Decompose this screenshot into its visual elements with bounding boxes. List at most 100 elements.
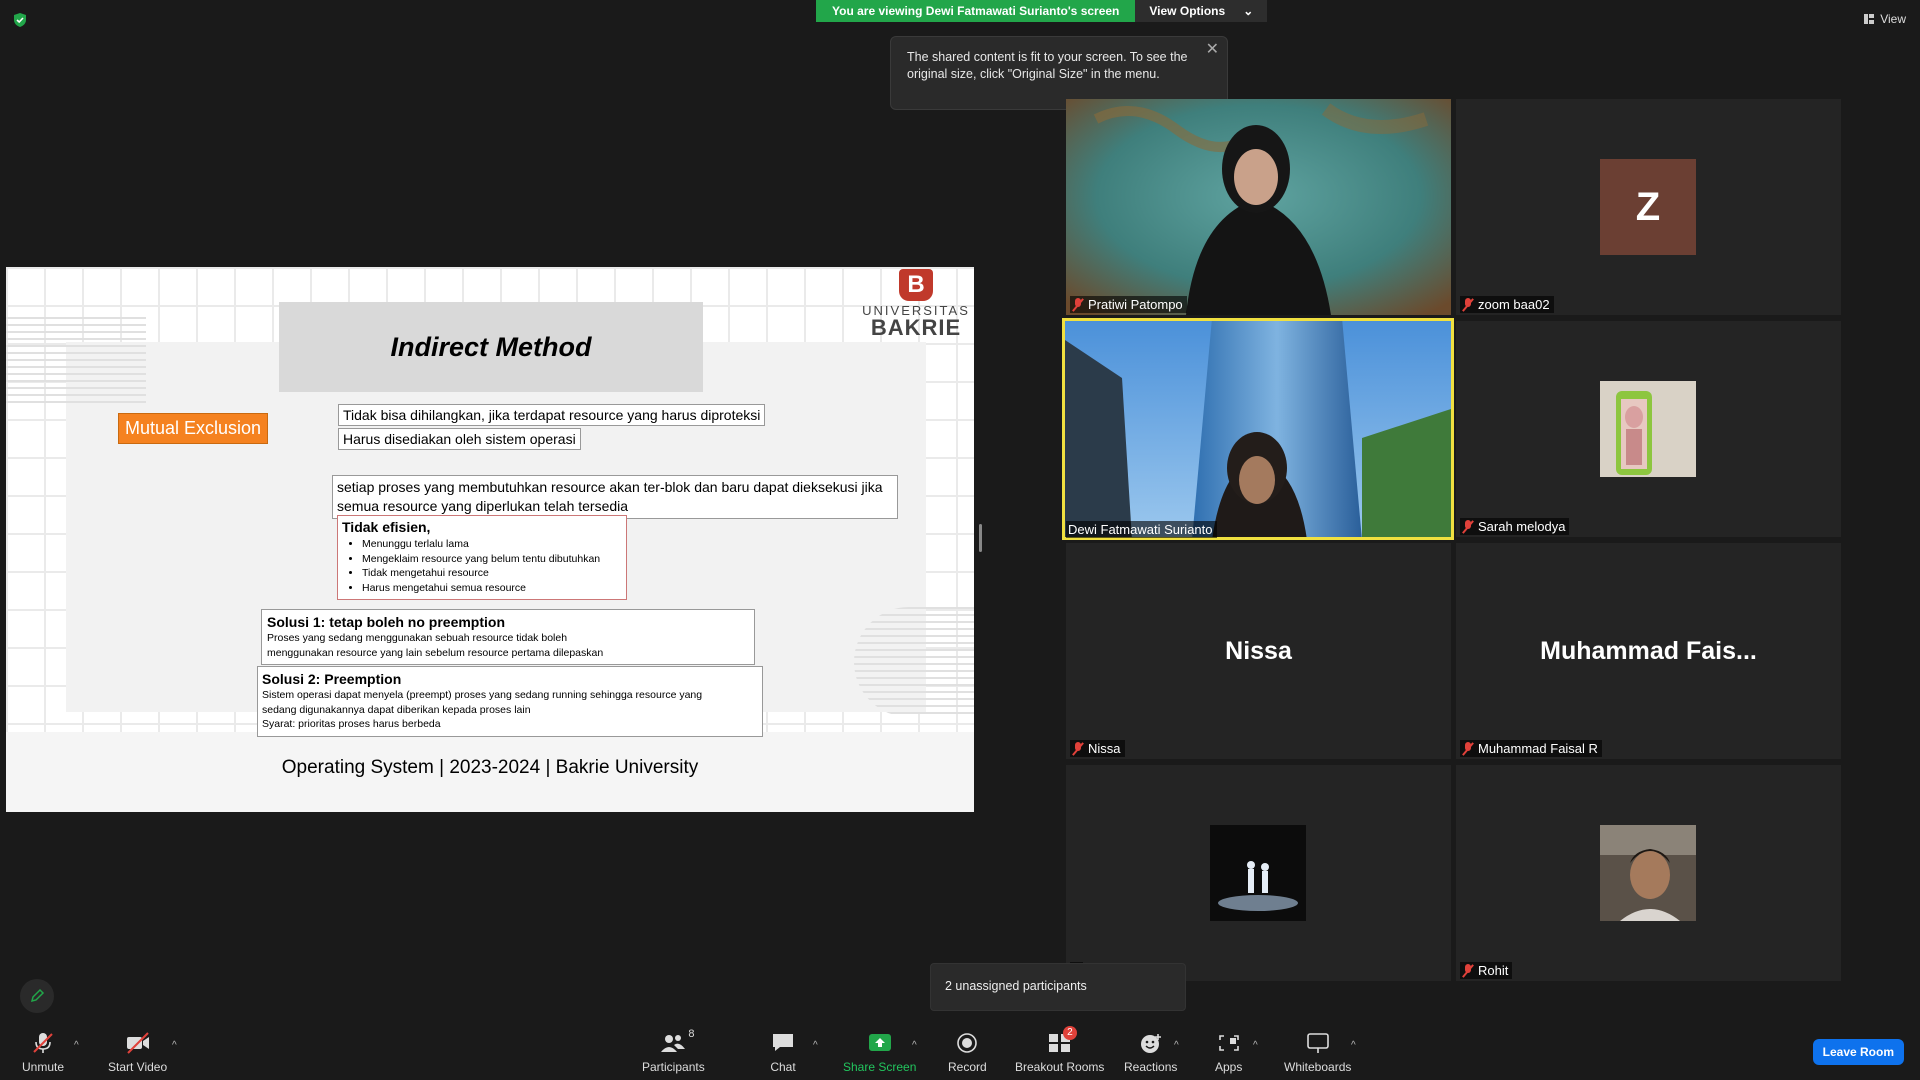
participant-display-name: Muhammad Fais... (1540, 636, 1757, 665)
participant-video (1062, 318, 1454, 540)
record-button[interactable]: Record (948, 1032, 987, 1074)
slide-title: Indirect Method (279, 302, 703, 392)
annotate-pencil-button[interactable] (20, 979, 54, 1013)
unmute-label: Unmute (22, 1060, 65, 1074)
list-item: Mengeklaim resource yang belum tentu dib… (362, 552, 622, 567)
start-video-button[interactable]: Start Video (108, 1032, 167, 1074)
unassigned-text: 2 unassigned participants (945, 979, 1087, 993)
leave-room-button[interactable]: Leave Room (1812, 1039, 1904, 1065)
solusi-1-heading: Solusi 1: tetap boleh no preemption (267, 614, 506, 630)
share-screen-label: Share Screen (843, 1060, 917, 1074)
chevron-up-icon[interactable]: ^ (172, 1040, 177, 1051)
video-tile-participant-7[interactable]: o (1066, 765, 1451, 981)
tidak-efisien-box: Tidak efisien, Menunggu terlalu lama Men… (337, 515, 627, 600)
reactions-button[interactable]: Reactions (1124, 1032, 1177, 1074)
mic-muted-icon (1462, 741, 1474, 756)
video-tile-dewi-active-speaker[interactable]: Dewi Fatmawati Surianto (1062, 318, 1454, 540)
share-screen-button[interactable]: Share Screen (843, 1032, 916, 1074)
participant-name-tag: Pratiwi Patompo (1070, 296, 1187, 313)
apps-button[interactable]: Apps (1215, 1032, 1242, 1074)
chevron-up-icon[interactable]: ^ (1253, 1040, 1258, 1051)
slide-decor-stripes (6, 317, 146, 407)
chevron-up-icon[interactable]: ^ (1174, 1040, 1179, 1051)
tooltip-text: The shared content is fit to your screen… (907, 50, 1188, 81)
mic-muted-icon (1462, 297, 1474, 312)
participants-label: Participants (642, 1060, 705, 1074)
view-label: View (1880, 12, 1906, 26)
breakout-badge: 2 (1063, 1026, 1077, 1040)
chat-label: Chat (770, 1060, 796, 1074)
chevron-up-icon[interactable]: ^ (813, 1040, 818, 1051)
participant-name: zoom baa02 (1478, 297, 1550, 312)
record-icon (957, 1033, 978, 1053)
chevron-up-icon[interactable]: ^ (912, 1040, 917, 1051)
view-layout-button[interactable]: View (1864, 12, 1906, 26)
view-options-label: View Options (1149, 4, 1226, 18)
logo-line2: BAKRIE (870, 315, 962, 340)
participant-name: Muhammad Faisal R (1478, 741, 1598, 756)
start-video-label: Start Video (108, 1060, 168, 1074)
whiteboards-label: Whiteboards (1284, 1060, 1352, 1074)
participant-name: Pratiwi Patompo (1088, 297, 1183, 312)
viewing-banner-text: You are viewing Dewi Fatmawati Surianto'… (816, 0, 1136, 22)
mic-muted-icon (33, 1033, 53, 1053)
reactions-label: Reactions (1124, 1060, 1178, 1074)
breakout-rooms-icon: 2 (1047, 1026, 1077, 1054)
participants-button[interactable]: 8 Participants (642, 1028, 705, 1074)
video-tile-sarah[interactable]: Sarah melodya (1456, 321, 1841, 537)
close-icon[interactable]: ✕ (1206, 41, 1219, 58)
avatar (1600, 825, 1696, 921)
slide-footer: Operating System | 2023-2024 | Bakrie Un… (281, 757, 699, 778)
mic-muted-icon (1072, 741, 1084, 756)
reactions-icon (1140, 1034, 1161, 1053)
list-item: Harus mengetahui semua resource (362, 581, 622, 596)
solusi-2-heading: Solusi 2: Preemption (262, 671, 402, 687)
whiteboard-icon (1306, 1033, 1329, 1053)
whiteboards-button[interactable]: Whiteboards (1284, 1032, 1351, 1074)
grid-layout-icon (1864, 14, 1875, 24)
unassigned-participants-popup[interactable]: 2 unassigned participants (930, 963, 1186, 1011)
video-tile-muhammad-faisal[interactable]: Muhammad Fais... Muhammad Faisal R (1456, 543, 1841, 759)
avatar: Z (1600, 159, 1696, 255)
participant-name-tag: zoom baa02 (1460, 296, 1554, 313)
mic-muted-icon (1462, 519, 1474, 534)
chevron-up-icon[interactable]: ^ (1351, 1040, 1356, 1051)
participant-name-tag: Nissa (1070, 740, 1125, 757)
mic-muted-icon (1072, 297, 1084, 312)
chat-button[interactable]: Chat (770, 1032, 796, 1074)
chat-icon (773, 1034, 793, 1051)
split-view-drag-handle[interactable] (979, 524, 982, 552)
pencil-icon (30, 988, 45, 1003)
share-screen-icon (868, 1034, 891, 1051)
viewing-banner: You are viewing Dewi Fatmawati Surianto'… (816, 0, 1268, 22)
solusi-2-box: Solusi 2: Preemption Sistem operasi dapa… (257, 666, 763, 737)
tidak-efisien-heading: Tidak efisien, (342, 519, 431, 535)
avatar (1210, 825, 1306, 921)
view-options-button[interactable]: View Options ⌄ (1135, 0, 1268, 22)
security-shield-icon[interactable] (12, 12, 28, 28)
mic-muted-icon (1462, 963, 1474, 978)
breakout-rooms-button[interactable]: 2 Breakout Rooms (1015, 1026, 1105, 1074)
solusi-2-line1: Sistem operasi dapat menyela (preempt) p… (262, 689, 703, 701)
university-logo: B UNIVERSITAS BAKRIE (861, 269, 971, 341)
solusi-2-line3: Syarat: prioritas proses harus berbeda (262, 718, 441, 730)
chevron-up-icon[interactable]: ^ (74, 1040, 79, 1051)
video-tile-zoom-baa02[interactable]: Z zoom baa02 (1456, 99, 1841, 315)
breakout-rooms-label: Breakout Rooms (1015, 1060, 1105, 1074)
participant-name-tag: Sarah melodya (1460, 518, 1570, 535)
solusi-1-line2: menggunakan resource yang lain sebelum r… (267, 646, 604, 659)
zoom-meeting-window: You are viewing Dewi Fatmawati Surianto'… (0, 0, 1920, 1080)
hold-and-wait-box: setiap proses yang membutuhkan resource … (332, 475, 898, 519)
unmute-button[interactable]: Unmute (22, 1032, 64, 1074)
list-item: Tidak mengetahui resource (362, 566, 622, 581)
video-tile-rohit[interactable]: Rohit (1456, 765, 1841, 981)
meeting-toolbar: Unmute ^ Start Video ^ 8 Participants Ch… (0, 1024, 1920, 1080)
video-off-icon (126, 1032, 149, 1054)
participant-name: Dewi Fatmawati Surianto (1068, 522, 1213, 537)
record-label: Record (948, 1060, 987, 1074)
participants-icon: 8 (660, 1028, 694, 1054)
definition-box-1: Tidak bisa dihilangkan, jika terdapat re… (338, 404, 766, 426)
video-tile-nissa[interactable]: Nissa Nissa (1066, 543, 1451, 759)
participant-video (1066, 99, 1451, 315)
video-tile-pratiwi[interactable]: Pratiwi Patompo (1066, 99, 1451, 315)
